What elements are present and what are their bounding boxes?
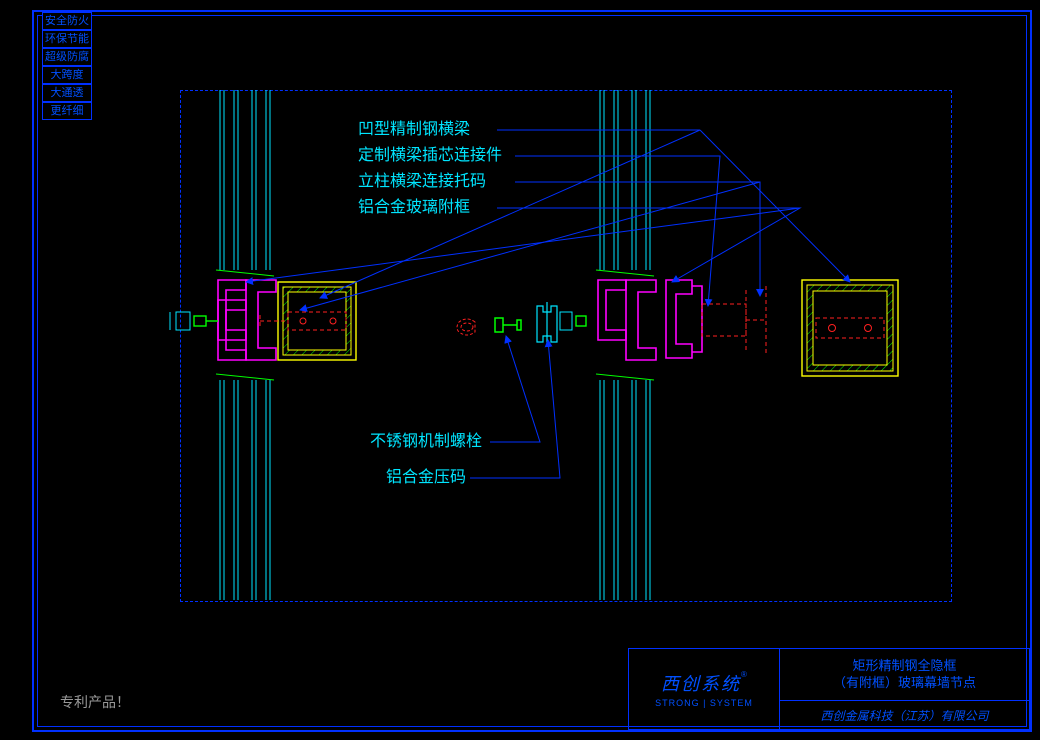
label-bot1: 不锈钢机制螺栓	[370, 432, 482, 450]
label-top3: 立柱横梁连接托码	[358, 172, 486, 190]
right-steel-box	[802, 280, 898, 376]
patent-note: 专利产品！	[60, 692, 130, 712]
drawing-title: 矩形精制钢全隐框 （有附框）玻璃幕墙节点	[780, 649, 1029, 701]
brand-cell: 西创系统® STRONG | SYSTEM	[629, 649, 780, 729]
brand-eng: STRONG | SYSTEM	[655, 698, 753, 708]
left-mullion-assembly	[170, 90, 356, 600]
cad-drawing: 凹型精制钢横梁 定制横梁插芯连接件 立柱横梁连接托码 铝合金玻璃附框 不锈钢机制…	[0, 0, 1040, 740]
right-mullion-assembly	[560, 90, 766, 600]
drawing-title-l2: （有附框）玻璃幕墙节点	[833, 675, 976, 692]
registered-icon: ®	[741, 670, 747, 679]
canvas: 安全防火 环保节能 超级防腐 大跨度 大通透 更纤细	[0, 0, 1040, 740]
label-top2: 定制横梁插芯连接件	[358, 146, 502, 164]
drawing-title-l1: 矩形精制钢全隐框	[852, 658, 956, 675]
label-top1: 凹型精制钢横梁	[358, 120, 470, 138]
brand-name: 西创系统	[661, 674, 741, 694]
label-top4: 铝合金玻璃附框	[358, 198, 470, 216]
company-name: 西创金属科技（江苏）有限公司	[780, 701, 1029, 729]
label-bot2: 铝合金压码	[386, 468, 466, 486]
title-block: 西创系统® STRONG | SYSTEM 矩形精制钢全隐框 （有附框）玻璃幕墙…	[628, 648, 1030, 730]
